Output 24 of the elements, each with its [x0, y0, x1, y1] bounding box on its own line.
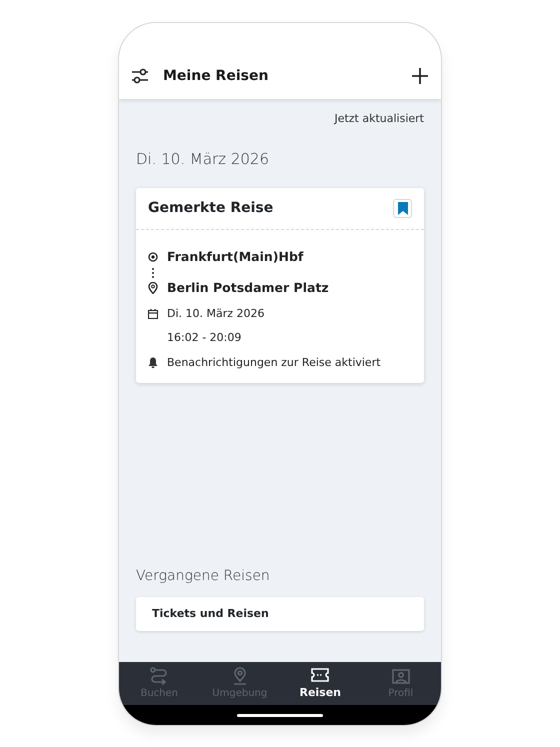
bell-icon	[148, 357, 158, 368]
page-title: Meine Reisen	[163, 66, 268, 86]
trip-card[interactable]: Gemerkte Reise Frankfurt(Main)Hbf Berlin Potsdamer Platz Di. 10. März 2026 16:02 - 20:09 Benachrichtigungen zur Reise aktiviert	[136, 188, 424, 383]
ticket-icon	[311, 666, 330, 684]
date-heading: Di. 10. März 2026	[136, 148, 270, 170]
origin-icon	[148, 252, 158, 262]
bookmark-icon	[398, 202, 408, 215]
update-status: Jetzt aktualisiert	[334, 111, 424, 127]
tickets-link[interactable]: Tickets und Reisen	[136, 596, 424, 631]
nav-tab[interactable]: Reisen	[280, 662, 360, 705]
location-pin-icon	[148, 282, 158, 294]
add-icon[interactable]	[411, 67, 429, 85]
bookmark-button[interactable]	[393, 199, 412, 218]
filter-icon[interactable]	[131, 68, 149, 84]
notification-status: Benachrichtigungen zur Reise aktiviert	[167, 354, 381, 370]
route-icon	[150, 666, 168, 684]
origin-station: Frankfurt(Main)Hbf	[167, 248, 304, 266]
calendar-icon	[148, 308, 158, 319]
destination-station: Berlin Potsdamer Platz	[167, 278, 329, 297]
trip-time: 16:02 - 20:09	[167, 331, 242, 344]
section-heading: Vergangene Reisen	[136, 566, 271, 586]
trip-card-title: Gemerkte Reise	[148, 199, 274, 218]
trip-date: Di. 10. März 2026	[167, 306, 265, 322]
profile-icon	[392, 666, 410, 684]
